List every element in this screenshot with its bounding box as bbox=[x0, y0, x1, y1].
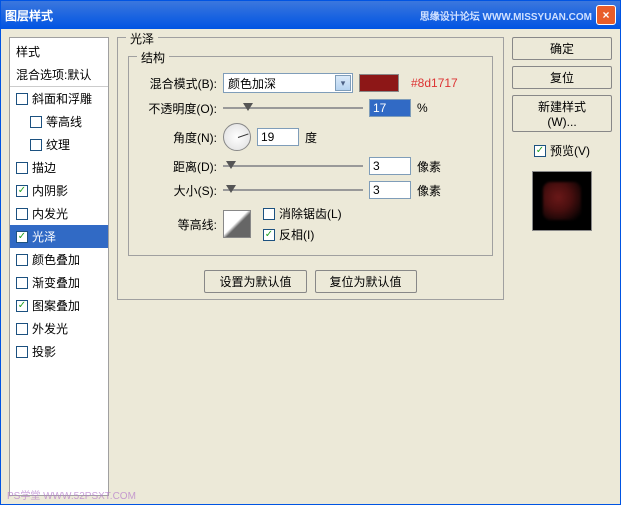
color-swatch[interactable] bbox=[359, 74, 399, 92]
checkbox-icon bbox=[16, 208, 28, 220]
sidebar-item-8[interactable]: 渐变叠加 bbox=[10, 271, 108, 294]
checkbox-icon bbox=[263, 229, 275, 241]
sidebar-item-7[interactable]: 颜色叠加 bbox=[10, 248, 108, 271]
angle-unit: 度 bbox=[305, 129, 317, 146]
checkbox-icon bbox=[16, 231, 28, 243]
sidebar-item-6[interactable]: 光泽 bbox=[10, 225, 108, 248]
angle-input[interactable]: 19 bbox=[257, 128, 299, 146]
styles-sidebar: 样式 混合选项:默认 斜面和浮雕等高线纹理描边内阴影内发光光泽颜色叠加渐变叠加图… bbox=[9, 37, 109, 496]
preview-thumbnail bbox=[532, 171, 592, 231]
distance-slider[interactable] bbox=[223, 158, 363, 174]
sidebar-header: 样式 bbox=[10, 40, 108, 63]
titlebar: 图层样式 思缘设计论坛 WWW.MISSYUAN.COM × bbox=[1, 1, 620, 29]
sidebar-item-11[interactable]: 投影 bbox=[10, 340, 108, 363]
sidebar-item-1[interactable]: 等高线 bbox=[10, 110, 108, 133]
checkbox-icon bbox=[16, 254, 28, 266]
watermark-bottom: PS学堂 WWW.52PSXT.COM bbox=[7, 487, 136, 502]
sidebar-item-label: 内发光 bbox=[32, 205, 68, 222]
checkbox-icon bbox=[16, 93, 28, 105]
close-icon: × bbox=[602, 8, 609, 22]
color-hex: #8d1717 bbox=[411, 76, 458, 90]
sidebar-item-2[interactable]: 纹理 bbox=[10, 133, 108, 156]
sidebar-item-label: 等高线 bbox=[46, 113, 82, 130]
sidebar-subheader[interactable]: 混合选项:默认 bbox=[10, 63, 108, 87]
size-unit: 像素 bbox=[417, 182, 441, 199]
size-label: 大小(S): bbox=[139, 182, 217, 199]
blend-mode-label: 混合模式(B): bbox=[139, 75, 217, 92]
sidebar-item-label: 渐变叠加 bbox=[32, 274, 80, 291]
distance-unit: 像素 bbox=[417, 158, 441, 175]
contour-picker[interactable] bbox=[223, 210, 251, 238]
invert-checkbox[interactable]: 反相(I) bbox=[263, 226, 342, 243]
layer-style-dialog: 图层样式 思缘设计论坛 WWW.MISSYUAN.COM × 样式 混合选项:默… bbox=[0, 0, 621, 505]
reset-button[interactable]: 复位 bbox=[512, 66, 612, 89]
ok-button[interactable]: 确定 bbox=[512, 37, 612, 60]
sidebar-item-3[interactable]: 描边 bbox=[10, 156, 108, 179]
angle-dial[interactable] bbox=[223, 123, 251, 151]
checkbox-icon bbox=[534, 145, 546, 157]
size-slider[interactable] bbox=[223, 182, 363, 198]
sidebar-item-label: 描边 bbox=[32, 159, 56, 176]
checkbox-icon bbox=[16, 300, 28, 312]
sidebar-item-label: 图案叠加 bbox=[32, 297, 80, 314]
panel-title: 光泽 bbox=[126, 30, 158, 47]
structure-fieldset: 结构 混合模式(B): 颜色加深 ▾ #8d1717 不透明度(O): 1 bbox=[128, 56, 493, 256]
distance-input[interactable]: 3 bbox=[369, 157, 411, 175]
sidebar-item-label: 内阴影 bbox=[32, 182, 68, 199]
sidebar-item-4[interactable]: 内阴影 bbox=[10, 179, 108, 202]
checkbox-icon bbox=[16, 185, 28, 197]
contour-label: 等高线: bbox=[139, 216, 217, 233]
checkbox-icon bbox=[16, 277, 28, 289]
sidebar-item-10[interactable]: 外发光 bbox=[10, 317, 108, 340]
sidebar-item-label: 斜面和浮雕 bbox=[32, 90, 92, 107]
structure-legend: 结构 bbox=[137, 49, 169, 66]
opacity-slider[interactable] bbox=[223, 100, 363, 116]
set-default-button[interactable]: 设置为默认值 bbox=[204, 270, 306, 293]
new-style-button[interactable]: 新建样式(W)... bbox=[512, 95, 612, 132]
preview-checkbox[interactable]: 预览(V) bbox=[512, 142, 612, 159]
watermark-top: 思缘设计论坛 WWW.MISSYUAN.COM bbox=[420, 8, 592, 23]
checkbox-icon bbox=[30, 139, 42, 151]
sidebar-item-5[interactable]: 内发光 bbox=[10, 202, 108, 225]
angle-label: 角度(N): bbox=[139, 129, 217, 146]
opacity-unit: % bbox=[417, 101, 428, 115]
window-title: 图层样式 bbox=[5, 7, 420, 24]
sidebar-item-label: 外发光 bbox=[32, 320, 68, 337]
sidebar-item-9[interactable]: 图案叠加 bbox=[10, 294, 108, 317]
antialias-checkbox[interactable]: 消除锯齿(L) bbox=[263, 205, 342, 222]
close-button[interactable]: × bbox=[596, 5, 616, 25]
sidebar-item-label: 颜色叠加 bbox=[32, 251, 80, 268]
opacity-label: 不透明度(O): bbox=[139, 100, 217, 117]
checkbox-icon bbox=[263, 208, 275, 220]
distance-label: 距离(D): bbox=[139, 158, 217, 175]
blend-mode-select[interactable]: 颜色加深 ▾ bbox=[223, 73, 353, 93]
options-panel: 光泽 结构 混合模式(B): 颜色加深 ▾ #8d1717 不透明度(O): bbox=[117, 37, 504, 496]
checkbox-icon bbox=[16, 162, 28, 174]
dropdown-arrow-icon: ▾ bbox=[335, 75, 351, 91]
sidebar-item-label: 投影 bbox=[32, 343, 56, 360]
size-input[interactable]: 3 bbox=[369, 181, 411, 199]
checkbox-icon bbox=[16, 346, 28, 358]
sidebar-item-label: 光泽 bbox=[32, 228, 56, 245]
right-buttons: 确定 复位 新建样式(W)... 预览(V) bbox=[512, 37, 612, 496]
checkbox-icon bbox=[30, 116, 42, 128]
blend-mode-value: 颜色加深 bbox=[228, 75, 276, 92]
checkbox-icon bbox=[16, 323, 28, 335]
reset-default-button[interactable]: 复位为默认值 bbox=[315, 270, 417, 293]
satin-fieldset: 光泽 结构 混合模式(B): 颜色加深 ▾ #8d1717 不透明度(O): bbox=[117, 37, 504, 300]
sidebar-item-label: 纹理 bbox=[46, 136, 70, 153]
sidebar-item-0[interactable]: 斜面和浮雕 bbox=[10, 87, 108, 110]
opacity-input[interactable]: 17 bbox=[369, 99, 411, 117]
